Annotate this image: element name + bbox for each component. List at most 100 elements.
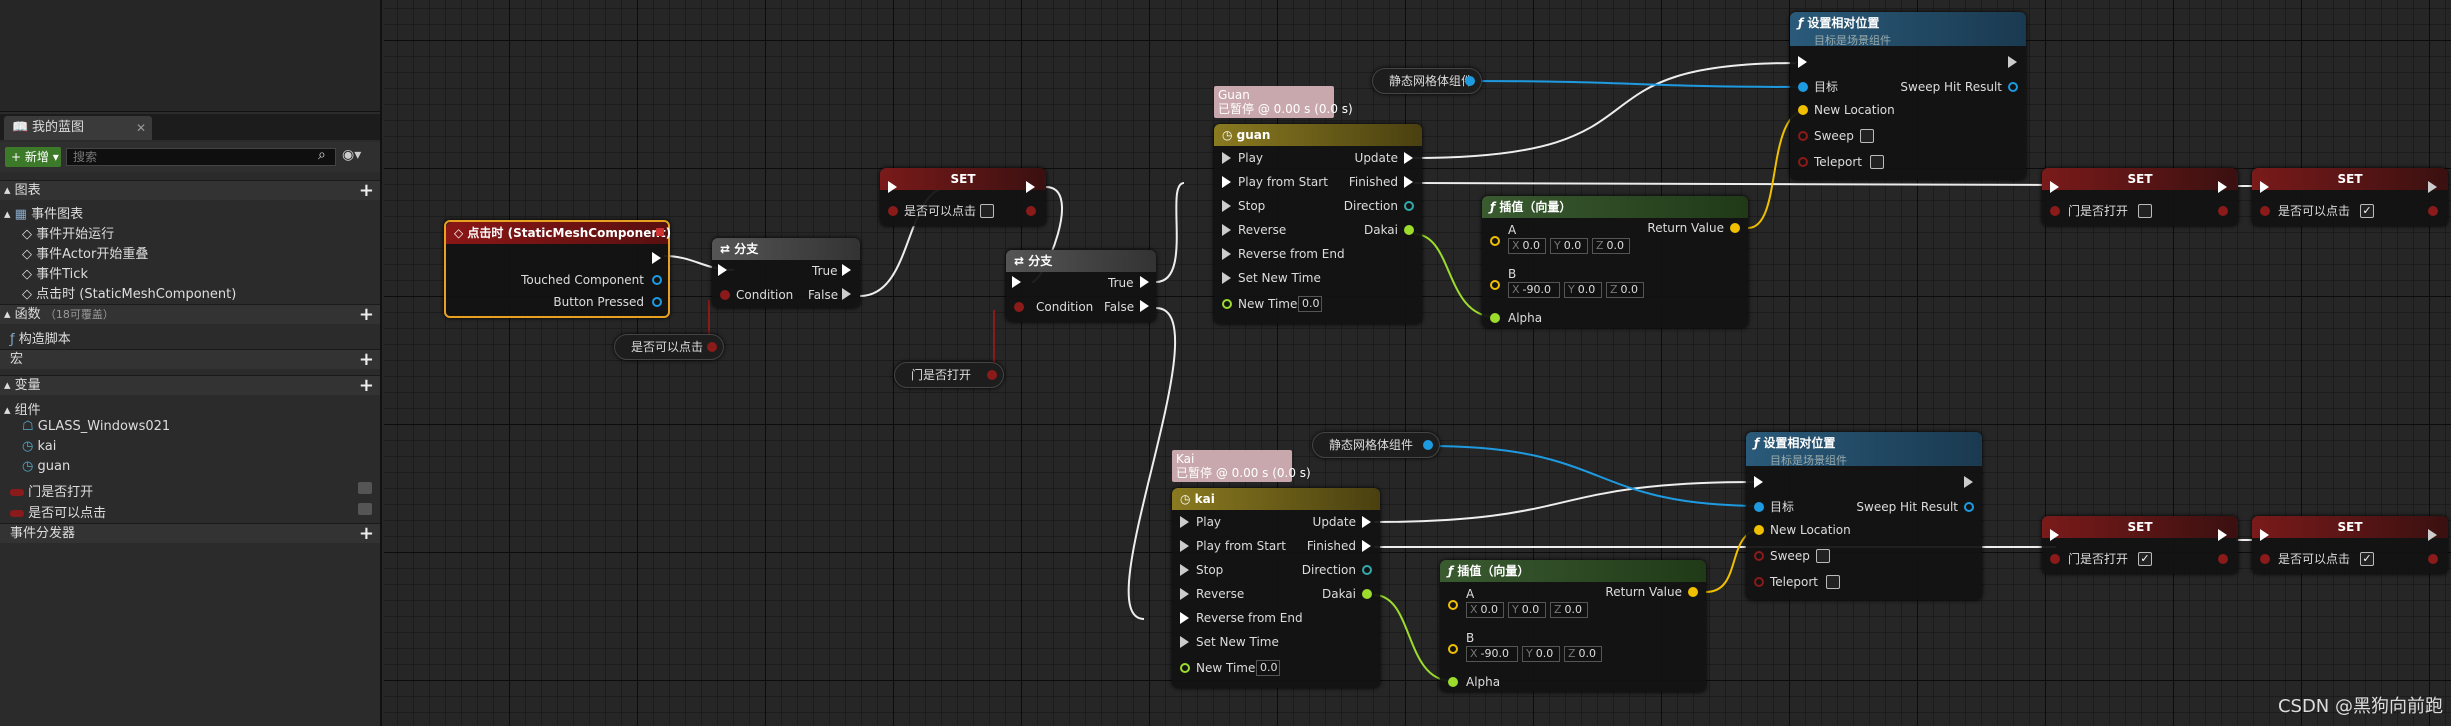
exec-in-pin[interactable]	[1222, 272, 1231, 284]
set-node-door-top[interactable]: SET 门是否打开	[2042, 168, 2238, 226]
vector-in-pin[interactable]	[1798, 105, 1808, 115]
add-macro-icon[interactable]: +	[359, 350, 374, 370]
search-icon[interactable]: ⌕	[318, 147, 326, 163]
a-y-input[interactable]: Y 0.0	[1508, 602, 1546, 618]
construction-script-item[interactable]: ƒ 构造脚本	[10, 328, 71, 347]
object-in-pin[interactable]	[1798, 82, 1808, 92]
exec-out-pin[interactable]	[2008, 56, 2017, 68]
exec-out-pin[interactable]	[1362, 516, 1371, 528]
vector-out-pin[interactable]	[1730, 223, 1740, 233]
value-checkbox[interactable]: ✓	[2138, 552, 2152, 566]
event-graph-item[interactable]: ▴ ▦ 事件图表	[4, 203, 83, 222]
object-out-pin[interactable]	[1423, 440, 1433, 450]
exec-in-pin[interactable]	[1180, 588, 1189, 600]
bool-out-pin[interactable]	[707, 342, 717, 352]
exec-true-pin[interactable]	[842, 264, 851, 276]
sweep-checkbox[interactable]	[1816, 549, 1830, 563]
component-item[interactable]: ☖ GLASS_Windows021	[22, 419, 170, 434]
set-node-clickable-bottom[interactable]: SET 是否可以点击 ✓	[2252, 516, 2448, 574]
vector-in-pin[interactable]	[1448, 644, 1458, 654]
exec-in-pin[interactable]	[888, 181, 897, 193]
section-functions[interactable]: ▴ 函数 （18可覆盖） +	[0, 304, 380, 325]
section-dispatchers[interactable]: 事件分发器 +	[0, 523, 380, 544]
b-z-input[interactable]: Z 0.0	[1606, 282, 1644, 298]
search-input[interactable]: 搜索	[66, 148, 336, 166]
exec-true-pin[interactable]	[1140, 276, 1149, 288]
new-time-input[interactable]: 0.0	[1256, 660, 1280, 676]
eye-icon[interactable]: ◉▾	[342, 147, 361, 163]
bool-out-pin[interactable]	[2218, 554, 2228, 564]
lerp-vector-top[interactable]: ƒ 插值（向量） Return Value A X 0.0 Y 0.0 Z 0.0 B…	[1482, 196, 1748, 328]
bool-in-pin[interactable]	[1798, 157, 1808, 167]
set-node-clickable-top[interactable]: SET 是否可以点击 ✓	[2252, 168, 2448, 226]
section-graphs[interactable]: ▴ 图表 +	[0, 180, 380, 201]
exec-in-pin[interactable]	[1798, 56, 1807, 68]
b-y-input[interactable]: Y 0.0	[1522, 646, 1560, 662]
add-function-icon[interactable]: +	[359, 305, 374, 325]
float-in-pin[interactable]	[1490, 313, 1500, 323]
bool-in-pin[interactable]	[1754, 577, 1764, 587]
exec-out-pin[interactable]	[1404, 152, 1413, 164]
sweep-checkbox[interactable]	[1860, 129, 1874, 143]
set-node-clickable[interactable]: SET 是否可以点击	[880, 168, 1046, 226]
add-dispatcher-icon[interactable]: +	[359, 524, 374, 544]
new-time-input[interactable]: 0.0	[1298, 296, 1322, 312]
components-category[interactable]: ▴ 组件	[4, 399, 41, 418]
instance-editable-toggle[interactable]	[358, 482, 372, 494]
add-variable-icon[interactable]: +	[359, 376, 374, 396]
bool-in-pin[interactable]	[888, 206, 898, 216]
teleport-checkbox[interactable]	[1826, 575, 1840, 589]
exec-in-pin[interactable]	[1754, 476, 1763, 488]
bool-out-pin[interactable]	[2428, 554, 2438, 564]
event-item[interactable]: ◇ 事件开始运行	[22, 223, 114, 242]
exec-in-pin[interactable]	[2050, 181, 2059, 193]
bool-in-pin[interactable]	[2260, 206, 2270, 216]
key-out-pin[interactable]	[652, 297, 662, 307]
timeline-node-kai[interactable]: ◷ kai Play Play from Start Stop Reverse …	[1172, 488, 1380, 688]
struct-out-pin[interactable]	[1964, 502, 1974, 512]
set-relative-location-bottom[interactable]: ƒ 设置相对位置 目标是场景组件 目标 Sweep Hit Result New…	[1746, 432, 1982, 600]
exec-in-pin[interactable]	[1180, 564, 1189, 576]
float-in-pin[interactable]	[1180, 663, 1190, 673]
tab-my-blueprint[interactable]: 📖 我的蓝图 ✕	[4, 116, 152, 140]
set-node-door-bottom[interactable]: SET 门是否打开 ✓	[2042, 516, 2238, 574]
exec-in-pin[interactable]	[1180, 516, 1189, 528]
bool-in-pin[interactable]	[2260, 554, 2270, 564]
event-node-clicked[interactable]: ◇ 点击时 (StaticMeshComponent) Touched Comp…	[444, 220, 671, 318]
object-out-pin[interactable]	[652, 275, 662, 285]
instance-editable-toggle[interactable]	[358, 503, 372, 515]
component-item[interactable]: ◷ guan	[22, 459, 70, 474]
exec-in-pin[interactable]	[1222, 224, 1231, 236]
vector-in-pin[interactable]	[1448, 600, 1458, 610]
bool-out-pin[interactable]	[1026, 206, 1036, 216]
exec-false-pin[interactable]	[842, 288, 851, 300]
variable-item[interactable]: 是否可以点击	[10, 502, 106, 521]
exec-out-pin[interactable]	[2428, 529, 2437, 541]
get-var-door-open[interactable]: 门是否打开	[894, 362, 1004, 388]
exec-in-pin[interactable]	[2260, 529, 2269, 541]
component-item[interactable]: ◷ kai	[22, 439, 56, 454]
bool-in-pin[interactable]	[1014, 302, 1024, 312]
exec-in-pin[interactable]	[1222, 176, 1231, 188]
get-static-mesh-top[interactable]: 静态网格体组件	[1372, 68, 1482, 94]
exec-in-pin[interactable]	[1012, 276, 1021, 288]
float-out-pin[interactable]	[1404, 225, 1414, 235]
get-static-mesh-bottom[interactable]: 静态网格体组件	[1312, 432, 1440, 458]
timeline-node-guan[interactable]: ◷ guan Play Play from Start Stop Reverse…	[1214, 124, 1422, 324]
section-variables[interactable]: ▴ 变量 +	[0, 375, 380, 396]
vector-in-pin[interactable]	[1490, 236, 1500, 246]
float-in-pin[interactable]	[1222, 299, 1232, 309]
lerp-vector-bottom[interactable]: ƒ 插值（向量） Return Value A X 0.0 Y 0.0 Z 0.0 B…	[1440, 560, 1706, 692]
add-graph-icon[interactable]: +	[359, 181, 374, 201]
a-x-input[interactable]: X 0.0	[1466, 602, 1504, 618]
event-item[interactable]: ◇ 事件Actor开始重叠	[22, 243, 148, 262]
exec-out-pin[interactable]	[2218, 529, 2227, 541]
a-y-input[interactable]: Y 0.0	[1550, 238, 1588, 254]
branch-node-2[interactable]: ⇄ 分支 True Condition False	[1006, 250, 1156, 322]
struct-out-pin[interactable]	[2008, 82, 2018, 92]
exec-in-pin[interactable]	[1180, 636, 1189, 648]
bool-out-pin[interactable]	[2218, 206, 2228, 216]
teleport-checkbox[interactable]	[1870, 155, 1884, 169]
exec-in-pin[interactable]	[1222, 248, 1231, 260]
value-checkbox[interactable]: ✓	[2360, 552, 2374, 566]
